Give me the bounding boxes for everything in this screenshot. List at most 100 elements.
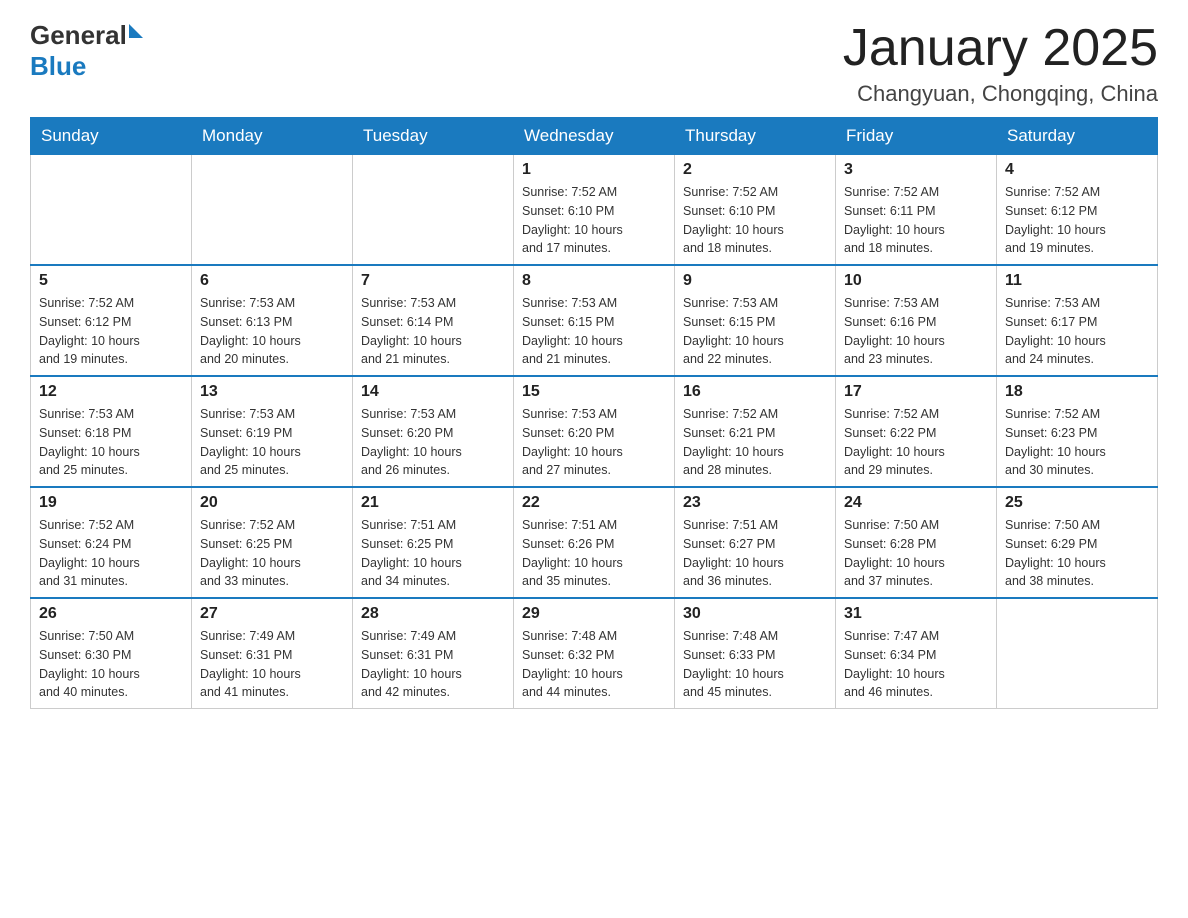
day-info: Sunrise: 7:47 AMSunset: 6:34 PMDaylight:…	[844, 627, 988, 702]
calendar-header-tuesday: Tuesday	[353, 118, 514, 155]
calendar-cell: 27 Sunrise: 7:49 AMSunset: 6:31 PMDayligh…	[192, 598, 353, 709]
day-number: 13	[200, 383, 344, 401]
calendar-cell: 26 Sunrise: 7:50 AMSunset: 6:30 PMDayligh…	[31, 598, 192, 709]
calendar-cell: 7 Sunrise: 7:53 AMSunset: 6:14 PMDaylight…	[353, 265, 514, 376]
calendar-cell: 2 Sunrise: 7:52 AMSunset: 6:10 PMDaylight…	[675, 155, 836, 266]
calendar-header-row: SundayMondayTuesdayWednesdayThursdayFrid…	[31, 118, 1158, 155]
calendar-week-row: 5Sunrise: 7:52 AMSunset: 6:12 PMDaylight…	[31, 265, 1158, 376]
calendar-week-row: 12Sunrise: 7:53 AMSunset: 6:18 PMDayligh…	[31, 376, 1158, 487]
day-info: Sunrise: 7:51 AMSunset: 6:27 PMDaylight:…	[683, 516, 827, 591]
day-info: Sunrise: 7:49 AMSunset: 6:31 PMDaylight:…	[361, 627, 505, 702]
day-number: 9	[683, 272, 827, 290]
day-number: 4	[1005, 161, 1149, 179]
day-info: Sunrise: 7:52 AMSunset: 6:10 PMDaylight:…	[683, 183, 827, 258]
day-number: 22	[522, 494, 666, 512]
calendar-cell: 23 Sunrise: 7:51 AMSunset: 6:27 PMDayligh…	[675, 487, 836, 598]
calendar-cell: 5Sunrise: 7:52 AMSunset: 6:12 PMDaylight…	[31, 265, 192, 376]
calendar-cell: 6 Sunrise: 7:53 AMSunset: 6:13 PMDaylight…	[192, 265, 353, 376]
day-info: Sunrise: 7:53 AMSunset: 6:15 PMDaylight:…	[522, 294, 666, 369]
calendar-table: SundayMondayTuesdayWednesdayThursdayFrid…	[30, 117, 1158, 709]
day-info: Sunrise: 7:52 AMSunset: 6:11 PMDaylight:…	[844, 183, 988, 258]
day-info: Sunrise: 7:53 AMSunset: 6:14 PMDaylight:…	[361, 294, 505, 369]
logo-general: General	[30, 20, 127, 51]
day-number: 31	[844, 605, 988, 623]
calendar-cell: 11 Sunrise: 7:53 AMSunset: 6:17 PMDayligh…	[997, 265, 1158, 376]
calendar-cell: 16Sunrise: 7:52 AMSunset: 6:21 PMDayligh…	[675, 376, 836, 487]
day-number: 8	[522, 272, 666, 290]
logo-blue: Blue	[30, 51, 143, 82]
calendar-header-friday: Friday	[836, 118, 997, 155]
day-number: 1	[522, 161, 666, 179]
day-number: 20	[200, 494, 344, 512]
calendar-cell: 25Sunrise: 7:50 AMSunset: 6:29 PMDayligh…	[997, 487, 1158, 598]
day-number: 26	[39, 605, 183, 623]
day-number: 21	[361, 494, 505, 512]
day-number: 30	[683, 605, 827, 623]
day-number: 18	[1005, 383, 1149, 401]
day-info: Sunrise: 7:53 AMSunset: 6:15 PMDaylight:…	[683, 294, 827, 369]
calendar-cell: 13 Sunrise: 7:53 AMSunset: 6:19 PMDayligh…	[192, 376, 353, 487]
day-info: Sunrise: 7:52 AMSunset: 6:23 PMDaylight:…	[1005, 405, 1149, 480]
calendar-cell: 1 Sunrise: 7:52 AMSunset: 6:10 PMDaylight…	[514, 155, 675, 266]
calendar-week-row: 19Sunrise: 7:52 AMSunset: 6:24 PMDayligh…	[31, 487, 1158, 598]
day-info: Sunrise: 7:49 AMSunset: 6:31 PMDaylight:…	[200, 627, 344, 702]
calendar-cell: 18 Sunrise: 7:52 AMSunset: 6:23 PMDayligh…	[997, 376, 1158, 487]
calendar-header-wednesday: Wednesday	[514, 118, 675, 155]
day-number: 29	[522, 605, 666, 623]
day-info: Sunrise: 7:52 AMSunset: 6:24 PMDaylight:…	[39, 516, 183, 591]
calendar-cell: 19Sunrise: 7:52 AMSunset: 6:24 PMDayligh…	[31, 487, 192, 598]
day-number: 10	[844, 272, 988, 290]
day-number: 15	[522, 383, 666, 401]
calendar-cell: 29 Sunrise: 7:48 AMSunset: 6:32 PMDayligh…	[514, 598, 675, 709]
day-number: 16	[683, 383, 827, 401]
calendar-cell: 8 Sunrise: 7:53 AMSunset: 6:15 PMDaylight…	[514, 265, 675, 376]
day-info: Sunrise: 7:53 AMSunset: 6:17 PMDaylight:…	[1005, 294, 1149, 369]
calendar-cell: 10 Sunrise: 7:53 AMSunset: 6:16 PMDayligh…	[836, 265, 997, 376]
day-number: 17	[844, 383, 988, 401]
day-number: 7	[361, 272, 505, 290]
day-number: 11	[1005, 272, 1149, 290]
day-info: Sunrise: 7:50 AMSunset: 6:28 PMDaylight:…	[844, 516, 988, 591]
calendar-cell: 12Sunrise: 7:53 AMSunset: 6:18 PMDayligh…	[31, 376, 192, 487]
calendar-cell: 4Sunrise: 7:52 AMSunset: 6:12 PMDaylight…	[997, 155, 1158, 266]
calendar-cell: 24 Sunrise: 7:50 AMSunset: 6:28 PMDayligh…	[836, 487, 997, 598]
day-info: Sunrise: 7:53 AMSunset: 6:13 PMDaylight:…	[200, 294, 344, 369]
logo-triangle-icon	[129, 24, 143, 38]
calendar-cell: 15 Sunrise: 7:53 AMSunset: 6:20 PMDayligh…	[514, 376, 675, 487]
day-info: Sunrise: 7:53 AMSunset: 6:19 PMDaylight:…	[200, 405, 344, 480]
calendar-cell	[31, 155, 192, 266]
day-number: 25	[1005, 494, 1149, 512]
day-number: 12	[39, 383, 183, 401]
day-number: 28	[361, 605, 505, 623]
title-block: January 2025 Changyuan, Chongqing, China	[843, 20, 1158, 107]
page-header: General Blue January 2025 Changyuan, Cho…	[30, 20, 1158, 107]
day-info: Sunrise: 7:53 AMSunset: 6:16 PMDaylight:…	[844, 294, 988, 369]
month-title: January 2025	[843, 20, 1158, 77]
day-number: 14	[361, 383, 505, 401]
calendar-header-thursday: Thursday	[675, 118, 836, 155]
day-number: 23	[683, 494, 827, 512]
day-info: Sunrise: 7:53 AMSunset: 6:20 PMDaylight:…	[522, 405, 666, 480]
calendar-header-sunday: Sunday	[31, 118, 192, 155]
location: Changyuan, Chongqing, China	[843, 81, 1158, 107]
day-info: Sunrise: 7:52 AMSunset: 6:10 PMDaylight:…	[522, 183, 666, 258]
calendar-week-row: 26 Sunrise: 7:50 AMSunset: 6:30 PMDayligh…	[31, 598, 1158, 709]
calendar-cell	[997, 598, 1158, 709]
day-number: 6	[200, 272, 344, 290]
calendar-cell: 9 Sunrise: 7:53 AMSunset: 6:15 PMDaylight…	[675, 265, 836, 376]
day-number: 24	[844, 494, 988, 512]
calendar-cell: 22Sunrise: 7:51 AMSunset: 6:26 PMDayligh…	[514, 487, 675, 598]
day-info: Sunrise: 7:48 AMSunset: 6:33 PMDaylight:…	[683, 627, 827, 702]
calendar-cell: 28 Sunrise: 7:49 AMSunset: 6:31 PMDayligh…	[353, 598, 514, 709]
calendar-cell	[192, 155, 353, 266]
day-number: 2	[683, 161, 827, 179]
calendar-cell	[353, 155, 514, 266]
calendar-header-monday: Monday	[192, 118, 353, 155]
day-info: Sunrise: 7:48 AMSunset: 6:32 PMDaylight:…	[522, 627, 666, 702]
logo: General Blue	[30, 20, 143, 82]
day-number: 5	[39, 272, 183, 290]
calendar-cell: 31 Sunrise: 7:47 AMSunset: 6:34 PMDayligh…	[836, 598, 997, 709]
day-info: Sunrise: 7:51 AMSunset: 6:25 PMDaylight:…	[361, 516, 505, 591]
day-number: 27	[200, 605, 344, 623]
day-info: Sunrise: 7:50 AMSunset: 6:30 PMDaylight:…	[39, 627, 183, 702]
